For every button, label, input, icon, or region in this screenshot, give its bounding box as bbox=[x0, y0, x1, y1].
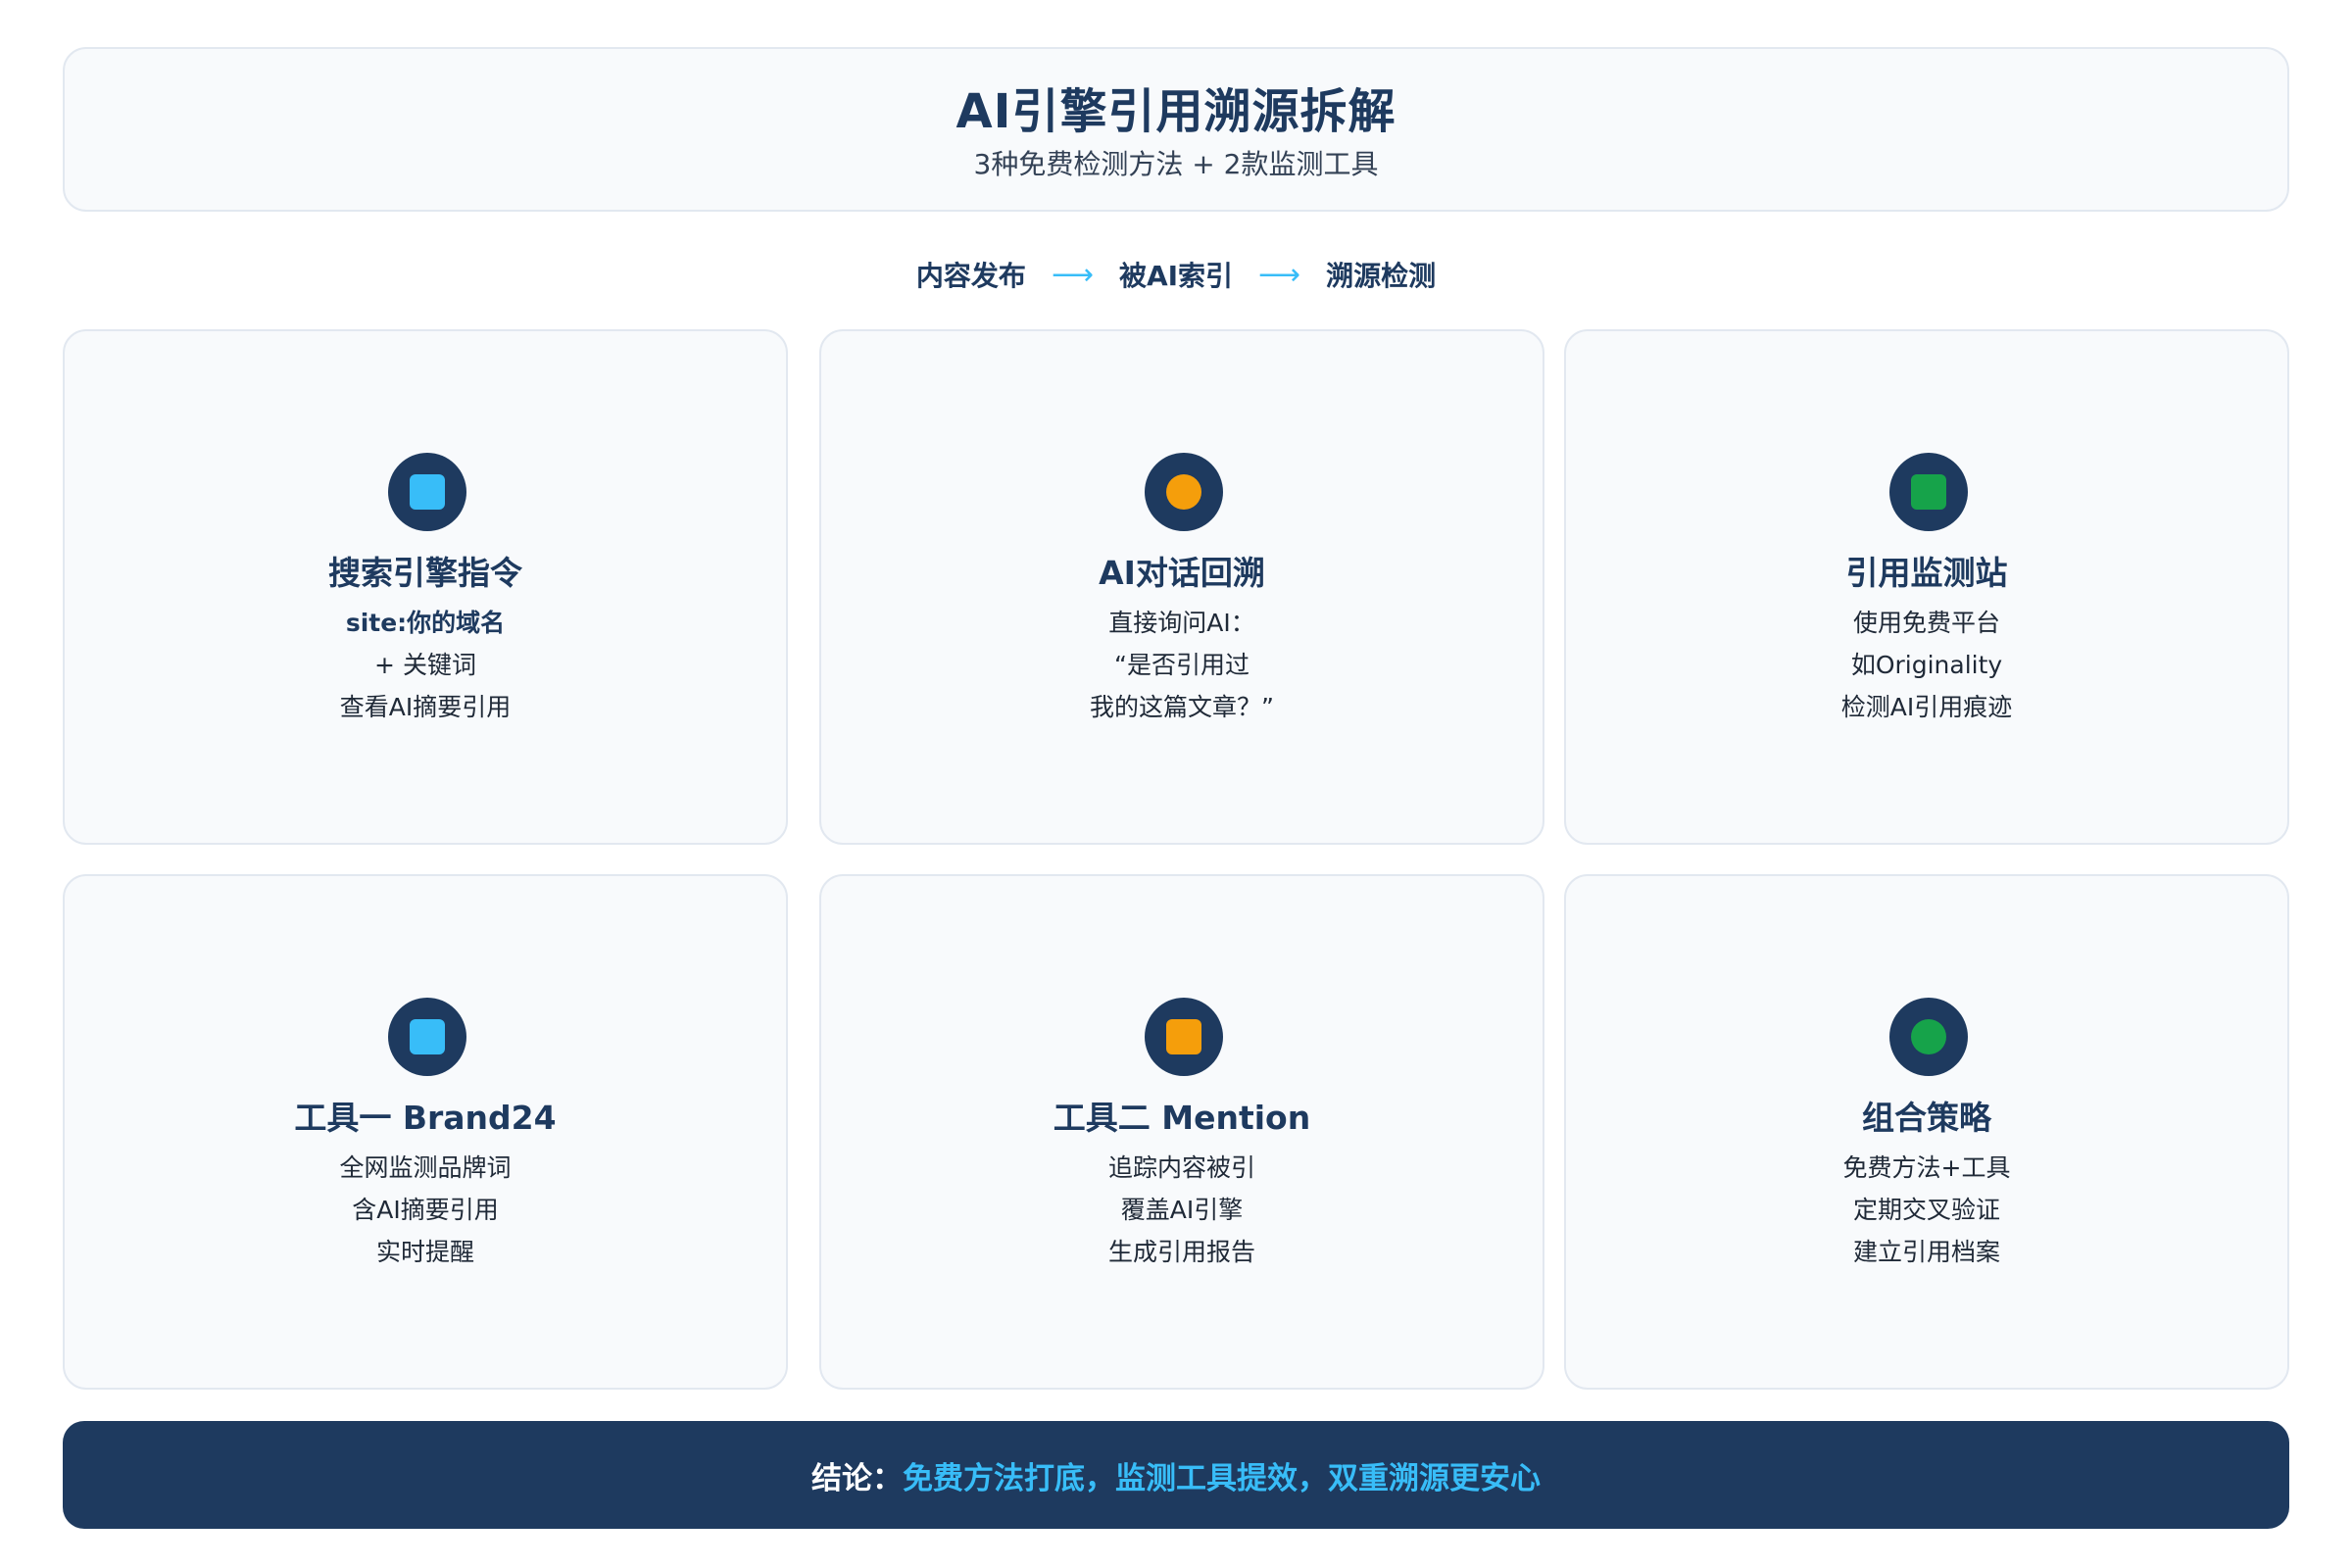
green-circle-icon bbox=[1911, 1019, 1946, 1054]
header-card: AI引擎引用溯源拆解 3种免费检测方法 + 2款监测工具 bbox=[63, 47, 2289, 212]
card-line: 建立引用档案 bbox=[1852, 1238, 2000, 1266]
card-line: 生成引用报告 bbox=[1107, 1238, 1255, 1266]
arrow-right-icon: ⟶ bbox=[1051, 257, 1094, 292]
card-title: 引用监测站 bbox=[1845, 554, 2008, 592]
card-badge bbox=[1145, 998, 1223, 1076]
orange-square-icon bbox=[1166, 1019, 1201, 1054]
card-line: + 关键词 bbox=[374, 651, 476, 679]
card-title: AI对话回溯 bbox=[1099, 554, 1265, 592]
card-combined-strategy: 组合策略 免费方法+工具 定期交叉验证 建立引用档案 bbox=[1564, 874, 2289, 1390]
arrow-right-icon: ⟶ bbox=[1258, 257, 1301, 292]
card-line: 如Originality bbox=[1850, 651, 2003, 679]
card-tool-brand24: 工具一 Brand24 全网监测品牌词 含AI摘要引用 实时提醒 bbox=[63, 874, 788, 1390]
card-tool-mention: 工具二 Mention 追踪内容被引 覆盖AI引擎 生成引用报告 bbox=[819, 874, 1544, 1390]
card-line: 含AI摘要引用 bbox=[352, 1196, 499, 1224]
card-line: 覆盖AI引擎 bbox=[1120, 1196, 1244, 1224]
card-badge bbox=[1889, 453, 1968, 531]
flow-step-publish: 内容发布 bbox=[915, 260, 1026, 292]
card-citation-monitor: 引用监测站 使用免费平台 如Originality 检测AI引用痕迹 bbox=[1564, 329, 2289, 845]
card-badge bbox=[1145, 453, 1223, 531]
card-line: 检测AI引用痕迹 bbox=[1840, 693, 2013, 721]
card-title: 组合策略 bbox=[1862, 1099, 1991, 1137]
orange-circle-icon bbox=[1166, 474, 1201, 510]
flow-step-indexed: 被AI索引 bbox=[1118, 260, 1234, 292]
card-line: 实时提醒 bbox=[375, 1238, 474, 1266]
card-line: 直接询问AI： bbox=[1108, 609, 1255, 637]
blue-square-icon bbox=[410, 474, 445, 510]
card-badge bbox=[388, 453, 466, 531]
card-badge bbox=[388, 998, 466, 1076]
card-title: 工具二 Mention bbox=[1053, 1099, 1311, 1137]
card-ai-chat-trace: AI对话回溯 直接询问AI： “是否引用过 我的这篇文章？” bbox=[819, 329, 1544, 845]
card-badge bbox=[1889, 998, 1968, 1076]
card-lines: 免费方法+工具 定期交叉验证 建立引用档案 bbox=[1566, 1147, 2287, 1273]
card-lines: 使用免费平台 如Originality 检测AI引用痕迹 bbox=[1566, 602, 2287, 728]
card-line: “是否引用过 bbox=[1114, 651, 1250, 679]
card-line: 追踪内容被引 bbox=[1107, 1153, 1255, 1182]
card-lines: 直接询问AI： “是否引用过 我的这篇文章？” bbox=[821, 602, 1543, 728]
card-lines: site:你的域名 + 关键词 查看AI摘要引用 bbox=[65, 602, 786, 728]
card-line: 使用免费平台 bbox=[1852, 609, 2000, 637]
conclusion-text: 免费方法打底，监测工具提效，双重溯源更安心 bbox=[903, 1460, 1541, 1496]
card-lines: 全网监测品牌词 含AI摘要引用 实时提醒 bbox=[65, 1147, 786, 1273]
card-lines: 追踪内容被引 覆盖AI引擎 生成引用报告 bbox=[821, 1147, 1543, 1273]
blue-square-icon bbox=[410, 1019, 445, 1054]
card-search-command: 搜索引擎指令 site:你的域名 + 关键词 查看AI摘要引用 bbox=[63, 329, 788, 845]
card-title: 工具一 Brand24 bbox=[294, 1099, 557, 1137]
process-flow: 内容发布 ⟶ 被AI索引 ⟶ 溯源检测 bbox=[0, 253, 2352, 296]
page-title: AI引擎引用溯源拆解 bbox=[956, 84, 1396, 139]
flow-step-trace: 溯源检测 bbox=[1326, 260, 1437, 292]
card-line: 免费方法+工具 bbox=[1842, 1153, 2011, 1182]
conclusion-banner: 结论： 免费方法打底，监测工具提效，双重溯源更安心 bbox=[63, 1421, 2289, 1529]
card-line: 查看AI摘要引用 bbox=[339, 693, 512, 721]
green-square-icon bbox=[1911, 474, 1946, 510]
card-title: 搜索引擎指令 bbox=[328, 554, 522, 592]
conclusion-label: 结论： bbox=[811, 1460, 903, 1496]
page-subtitle: 3种免费检测方法 + 2款监测工具 bbox=[973, 148, 1379, 180]
card-line: 我的这篇文章？” bbox=[1090, 693, 1274, 721]
card-line: 全网监测品牌词 bbox=[339, 1153, 512, 1182]
card-line: site:你的域名 bbox=[345, 609, 506, 637]
card-line: 定期交叉验证 bbox=[1852, 1196, 2000, 1224]
page: AI引擎引用溯源拆解 3种免费检测方法 + 2款监测工具 内容发布 ⟶ 被AI索… bbox=[0, 0, 2352, 1568]
